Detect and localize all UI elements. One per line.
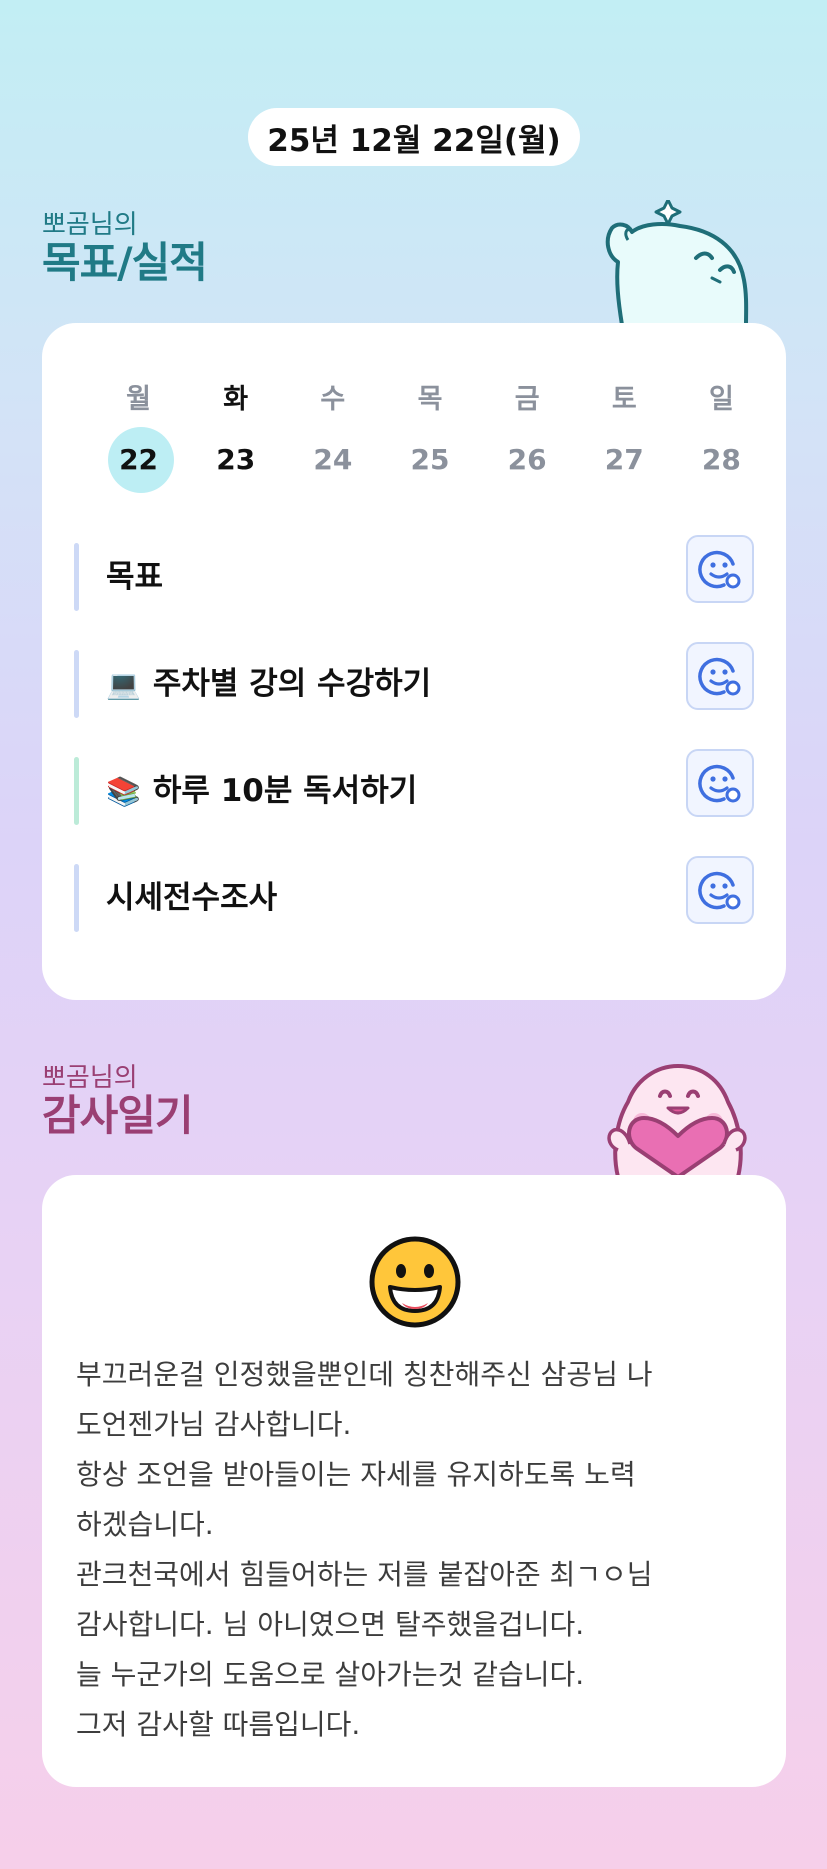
diary-section-title: 뽀곰님의 감사일기: [42, 1063, 194, 1140]
goal-item-label: 시세전수조사: [106, 880, 278, 916]
diary-section-heading: 감사일기: [42, 1091, 194, 1140]
grinning-face-icon: [369, 1236, 461, 1328]
goal-mood-button[interactable]: [686, 535, 754, 603]
goal-section-subtitle: 뽀곰님의: [42, 210, 138, 240]
date-26[interactable]: 26: [479, 427, 576, 493]
date-24[interactable]: 24: [284, 427, 381, 493]
weekday-sun: 일: [708, 384, 734, 415]
smiley-add-icon: [698, 550, 741, 589]
goal-item-bar: [74, 543, 79, 611]
weekday-fri: 금: [514, 384, 540, 415]
smiley-add-icon: [698, 764, 741, 803]
goal-card: 월 화 수 목 금 토 일 22 23 24 25 26 27 28 목표 💻 …: [42, 323, 786, 1000]
diary-entry-text: 부끄러운걸 인정했을뿐인데 칭찬해주신 삼공님 나 도언젠가님 감사합니다. 항…: [76, 1358, 653, 1741]
weekday-tue: 화: [223, 384, 249, 415]
date-label: 25년 12월 22일(월): [267, 122, 561, 159]
goal-item[interactable]: 📚 하루 10분 독서하기: [74, 749, 754, 825]
weekday-mon: 월: [126, 384, 151, 415]
heart-bear-character-icon: [607, 1064, 747, 1177]
weekday-sat: 토: [611, 384, 637, 415]
date-23[interactable]: 23: [187, 427, 284, 493]
goal-mood-button[interactable]: [686, 856, 754, 924]
date-25[interactable]: 25: [381, 427, 478, 493]
week-calendar: 월 화 수 목 금 토 일 22 23 24 25 26 27 28: [90, 377, 770, 493]
date-28[interactable]: 28: [673, 427, 770, 493]
goal-item-label: 목표: [106, 559, 164, 595]
goal-section-heading: 목표/실적: [42, 238, 208, 287]
goal-item-bar: [74, 864, 79, 932]
goal-mood-button[interactable]: [686, 642, 754, 710]
weekday-row: 월 화 수 목 금 토 일: [90, 377, 770, 417]
weekday-thu: 목: [417, 384, 443, 415]
goal-item[interactable]: 💻 주차별 강의 수강하기: [74, 642, 754, 718]
goal-item[interactable]: 목표: [74, 535, 754, 611]
date-selector[interactable]: 25년 12월 22일(월): [248, 108, 580, 166]
smiley-add-icon: [698, 657, 741, 696]
goal-item-label: 💻 주차별 강의 수강하기: [106, 666, 432, 702]
smiley-add-icon: [698, 871, 741, 910]
goal-item[interactable]: 시세전수조사: [74, 856, 754, 932]
goal-section-title: 뽀곰님의 목표/실적: [42, 210, 208, 287]
gratitude-diary-card: 부끄러운걸 인정했을뿐인데 칭찬해주신 삼공님 나 도언젠가님 감사합니다. 항…: [42, 1175, 786, 1787]
date-27[interactable]: 27: [576, 427, 673, 493]
date-22-selected[interactable]: 22: [90, 427, 187, 493]
goal-item-bar: [74, 650, 79, 718]
goal-item-bar: [74, 757, 79, 825]
diary-section-subtitle: 뽀곰님의: [42, 1063, 138, 1093]
books-icon: 📚: [106, 775, 141, 808]
weekday-wed: 수: [320, 384, 346, 415]
laptop-icon: 💻: [106, 668, 141, 701]
waving-bear-character-icon: [605, 200, 749, 325]
goal-mood-button[interactable]: [686, 749, 754, 817]
goal-item-label: 📚 하루 10분 독서하기: [106, 773, 418, 809]
date-row: 22 23 24 25 26 27 28: [90, 417, 770, 493]
